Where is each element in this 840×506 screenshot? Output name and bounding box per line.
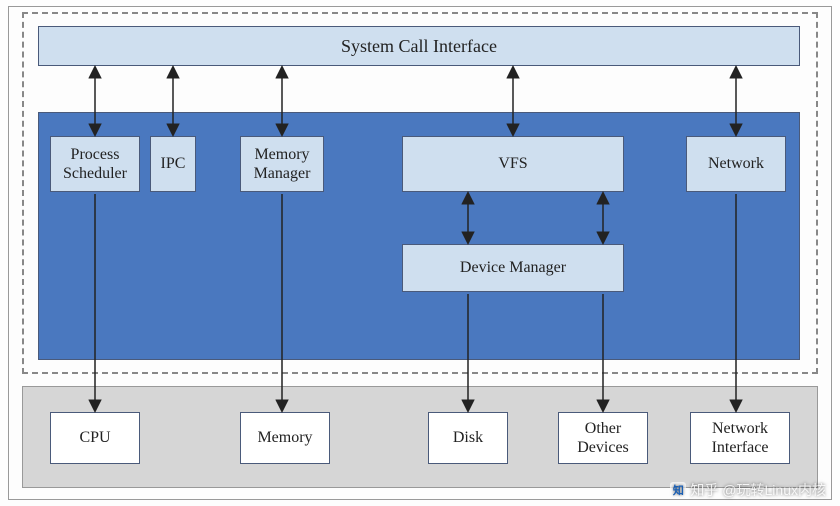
cpu-box: CPU bbox=[50, 412, 140, 464]
network-interface-label: NetworkInterface bbox=[712, 419, 769, 457]
memory-manager-label: MemoryManager bbox=[254, 145, 311, 183]
ipc-box: IPC bbox=[150, 136, 196, 192]
memory-label: Memory bbox=[257, 428, 312, 447]
zhihu-icon: 知 bbox=[670, 482, 686, 498]
process-scheduler-box: ProcessScheduler bbox=[50, 136, 140, 192]
sci-label: System Call Interface bbox=[341, 36, 497, 57]
watermark: 知 知乎 @玩转Linux内核 bbox=[670, 480, 826, 500]
network-label: Network bbox=[708, 154, 764, 173]
network-box: Network bbox=[686, 136, 786, 192]
vfs-label: VFS bbox=[498, 154, 527, 173]
other-devices-label: OtherDevices bbox=[577, 419, 629, 457]
process-scheduler-label: ProcessScheduler bbox=[63, 145, 127, 183]
watermark-text: 知乎 @玩转Linux内核 bbox=[690, 480, 826, 500]
vfs-box: VFS bbox=[402, 136, 624, 192]
other-devices-box: OtherDevices bbox=[558, 412, 648, 464]
device-manager-box: Device Manager bbox=[402, 244, 624, 292]
network-interface-box: NetworkInterface bbox=[690, 412, 790, 464]
disk-box: Disk bbox=[428, 412, 508, 464]
memory-box: Memory bbox=[240, 412, 330, 464]
system-call-interface-box: System Call Interface bbox=[38, 26, 800, 66]
ipc-label: IPC bbox=[161, 154, 186, 173]
device-manager-label: Device Manager bbox=[460, 258, 566, 277]
cpu-label: CPU bbox=[79, 428, 110, 447]
memory-manager-box: MemoryManager bbox=[240, 136, 324, 192]
disk-label: Disk bbox=[453, 428, 483, 447]
